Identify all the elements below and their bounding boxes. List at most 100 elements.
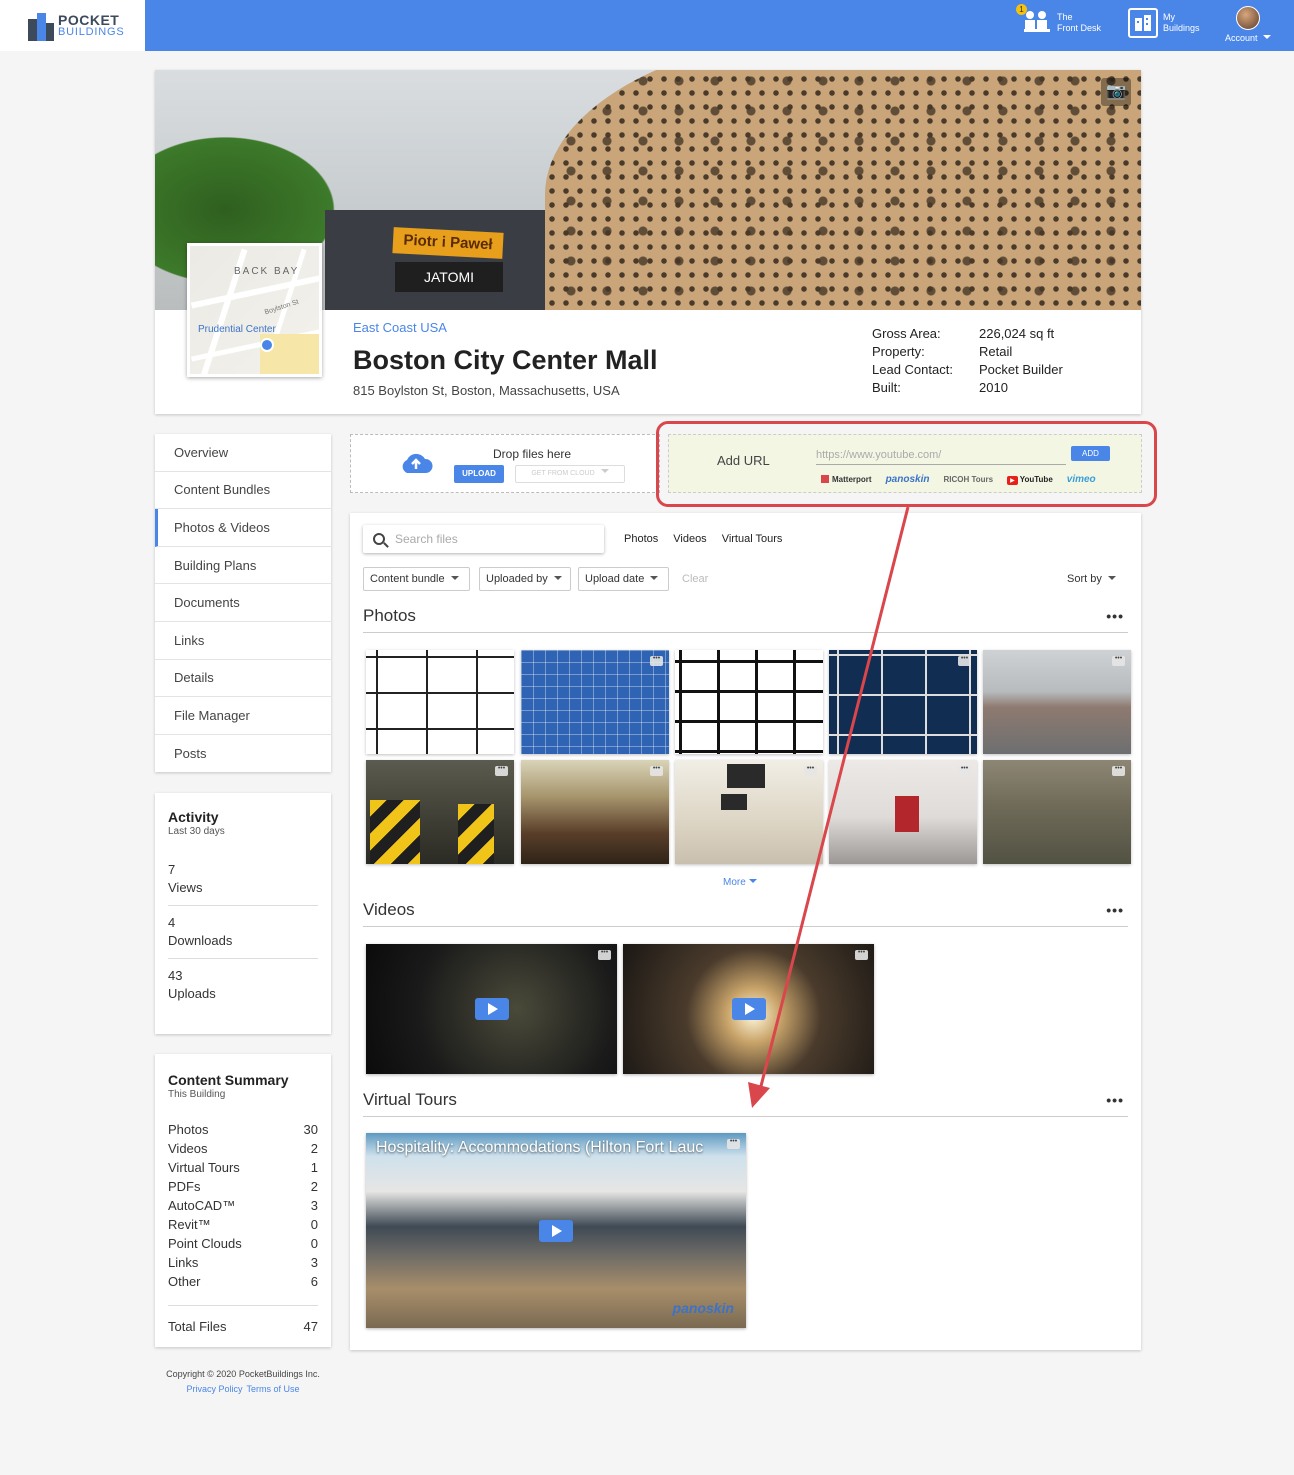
video-thumb[interactable]: ••• [623,944,874,1074]
photo-thumb[interactable] [675,650,823,754]
sidebar-item-file-manager[interactable]: File Manager [155,697,331,735]
thumb-menu-icon[interactable]: ••• [598,949,611,960]
nav-my-buildings[interactable]: My Buildings [1128,8,1200,38]
thumb-menu-icon[interactable]: ••• [650,655,663,666]
account-menu[interactable]: Account [1224,6,1272,43]
upload-button[interactable]: UPLOAD [454,465,504,483]
sidebar-item-content-bundles[interactable]: Content Bundles [155,472,331,510]
map-pin-icon [260,338,274,352]
tab-photos[interactable]: Photos [624,533,658,545]
sidebar-item-links[interactable]: Links [155,622,331,660]
terms-of-use-link[interactable]: Terms of Use [247,1384,300,1394]
thumb-menu-icon[interactable]: ••• [1112,655,1125,666]
photo-thumb[interactable]: ••• [829,760,977,864]
photo-thumb[interactable]: ••• [366,760,514,864]
photo-thumb[interactable]: ••• [521,650,669,754]
video-thumb[interactable]: ••• [366,944,617,1074]
sidebar-item-details[interactable]: Details [155,660,331,698]
get-from-cloud-button[interactable]: GET FROM CLOUD [515,465,625,483]
filter-label: Content bundle [370,573,445,585]
thumb-menu-icon[interactable]: ••• [958,655,971,666]
more-photos-link[interactable]: More [723,877,757,888]
thumb-menu-icon[interactable]: ••• [958,765,971,776]
play-icon[interactable] [539,1219,573,1242]
photo-thumb[interactable] [366,650,514,754]
tab-videos[interactable]: Videos [673,533,706,545]
play-icon[interactable] [731,998,766,1020]
fact-value: 226,024 sq ft [979,326,1055,341]
thumb-menu-icon[interactable]: ••• [727,1138,740,1149]
photo-thumb[interactable]: ••• [983,760,1131,864]
summary-label: Point Clouds [168,1236,242,1251]
get-from-cloud-label: GET FROM CLOUD [531,470,595,477]
app-logo[interactable]: POCKET BUILDINGS [0,0,145,51]
filter-uploaded-by[interactable]: Uploaded by [479,567,571,591]
stat-downloads: 4 Downloads [168,906,318,959]
building-icon [1128,8,1158,38]
clear-filters-link[interactable]: Clear [682,573,708,585]
avatar [1236,6,1260,30]
summary-row: Point Clouds 0 [168,1236,318,1255]
sort-by-dropdown[interactable]: Sort by [1067,573,1116,585]
media-tabs: Photos Videos Virtual Tours [624,533,797,545]
nav-front-desk[interactable]: 1 The Front Desk [1016,4,1101,38]
photo-thumb[interactable]: ••• [829,650,977,754]
summary-row: Links 3 [168,1255,318,1274]
building-address: 815 Boylston St, Boston, Massachusetts, … [353,383,620,398]
hero-storefront [325,210,545,310]
search-input[interactable] [395,532,595,546]
filter-upload-date[interactable]: Upload date [578,567,669,591]
photo-thumb[interactable]: ••• [983,650,1131,754]
location-map[interactable]: BACK BAY Boylston St Prudential Center [187,243,322,377]
stat-label: Uploads [168,986,216,1001]
region-link[interactable]: East Coast USA [353,320,447,335]
stat-value: 7 [168,862,176,877]
search-box[interactable] [363,525,604,553]
file-dropzone[interactable]: Drop files here UPLOAD GET FROM CLOUD [350,434,660,493]
more-options-icon[interactable]: ••• [1106,1092,1124,1108]
more-options-icon[interactable]: ••• [1106,902,1124,918]
fact-value: Retail [979,344,1013,359]
stat-label: Views [168,880,203,895]
thumb-menu-icon[interactable]: ••• [855,949,868,960]
content-summary-card: Content Summary This Building Photos 30 V… [155,1054,331,1347]
section-tours-header: Virtual Tours ••• [363,1090,1128,1117]
thumb-menu-icon[interactable]: ••• [495,765,508,776]
nav-front-desk-line1: The [1057,12,1073,22]
summary-row: AutoCAD™ 3 [168,1198,318,1217]
privacy-policy-link[interactable]: Privacy Policy [186,1384,242,1394]
sidebar-item-posts[interactable]: Posts [155,735,331,773]
play-icon[interactable] [474,998,509,1020]
sidebar-nav: Overview Content Bundles Photos & Videos… [155,434,331,772]
photo-thumb[interactable]: ••• [675,760,823,864]
filter-content-bundle[interactable]: Content bundle [363,567,470,591]
thumb-menu-icon[interactable]: ••• [804,765,817,776]
summary-value: 3 [310,1198,318,1213]
summary-value: 3 [310,1255,318,1270]
summary-total: Total Files 47 [168,1305,318,1334]
summary-label: Other [168,1274,201,1289]
sidebar-item-photos-videos[interactable]: Photos & Videos [155,509,331,547]
summary-label: Virtual Tours [168,1160,240,1175]
sidebar-item-building-plans[interactable]: Building Plans [155,547,331,585]
search-icon [373,533,385,545]
summary-label: AutoCAD™ [168,1198,236,1213]
thumb-menu-icon[interactable]: ••• [1112,765,1125,776]
change-photo-camera-icon[interactable]: 📷 [1101,78,1131,106]
summary-value: 0 [310,1236,318,1251]
tab-virtual-tours[interactable]: Virtual Tours [722,533,783,545]
photo-thumb[interactable]: ••• [521,760,669,864]
virtual-tour-thumb[interactable]: Hospitality: Accommodations (Hilton Fort… [366,1133,746,1328]
summary-label: Links [168,1255,199,1270]
summary-row: Revit™ 0 [168,1217,318,1236]
stat-views: 7 Views [168,853,318,906]
more-options-icon[interactable]: ••• [1106,608,1124,624]
sidebar-item-overview[interactable]: Overview [155,434,331,472]
thumb-menu-icon[interactable]: ••• [650,765,663,776]
summary-label: Revit™ [168,1217,211,1232]
annotation-highlight-box [656,421,1157,507]
logo-text-line2: BUILDINGS [58,25,125,38]
sidebar-item-documents[interactable]: Documents [155,584,331,622]
top-bar: POCKET BUILDINGS 1 The Front Desk My Bui… [0,0,1294,51]
summary-row: Videos 2 [168,1141,318,1160]
